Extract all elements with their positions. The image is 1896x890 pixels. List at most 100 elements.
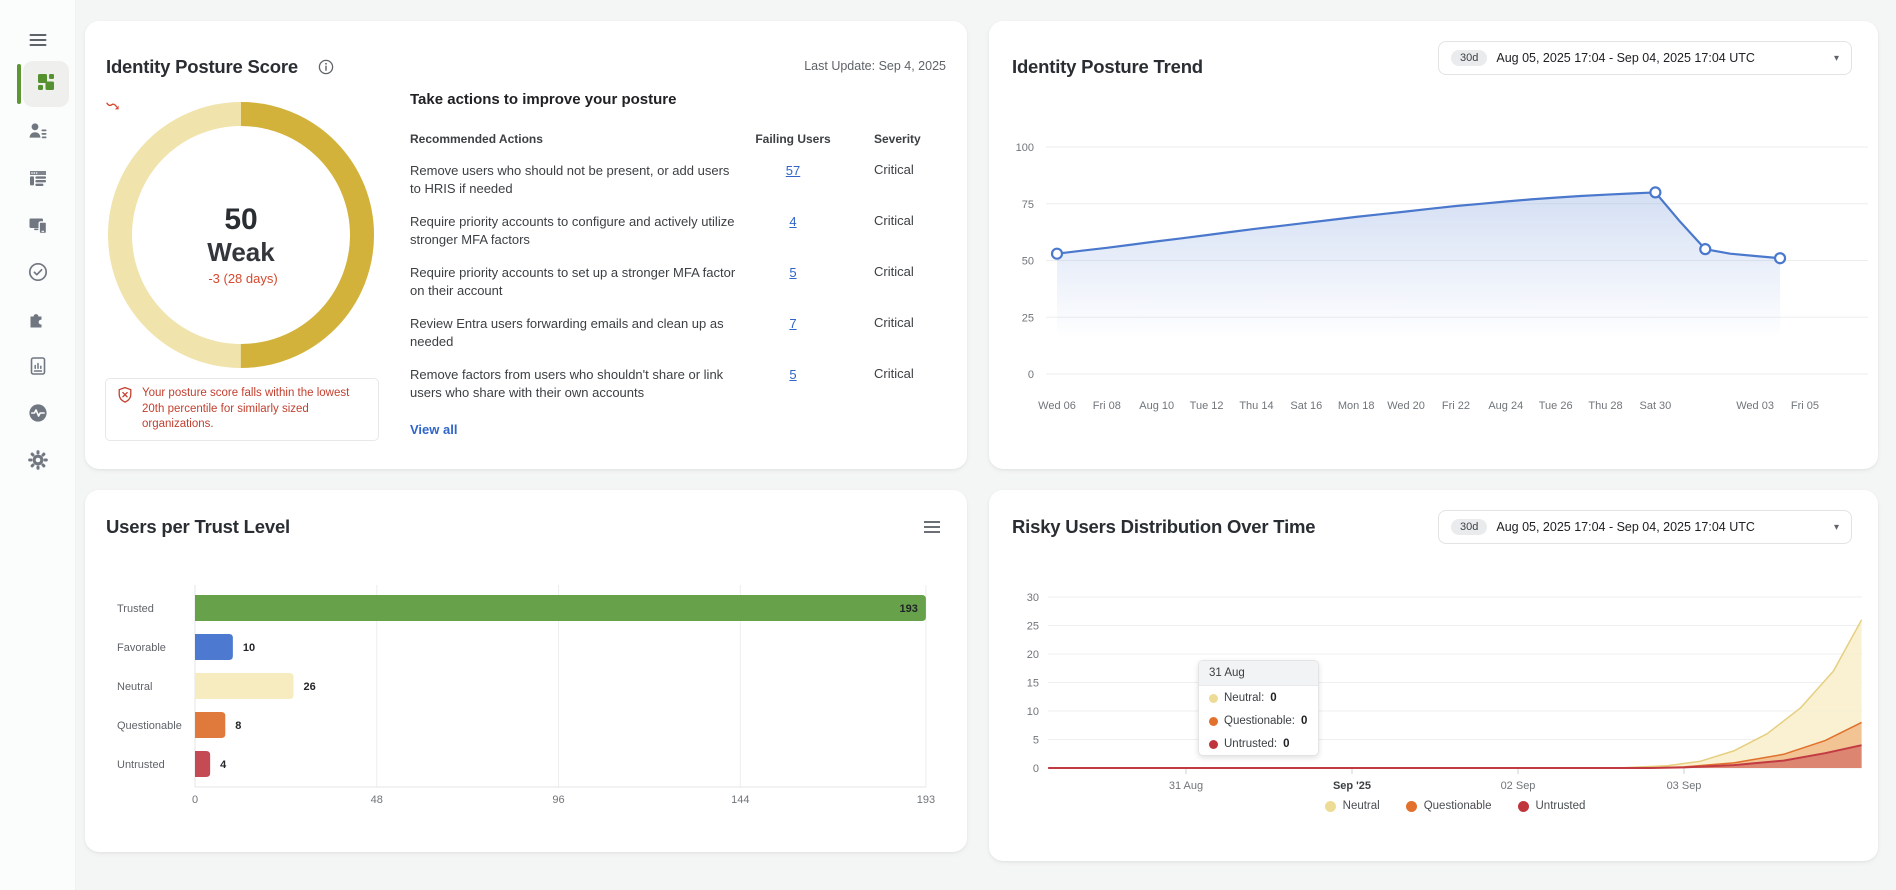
- svg-text:Tue 12: Tue 12: [1190, 400, 1224, 412]
- svg-text:Tue 26: Tue 26: [1539, 400, 1573, 412]
- svg-text:Aug 24: Aug 24: [1488, 400, 1523, 412]
- tooltip-value: 0: [1283, 738, 1290, 750]
- legend-label: Untrusted: [1535, 800, 1586, 812]
- tooltip-label: Questionable:: [1224, 715, 1295, 727]
- tooltip-date: 31 Aug: [1199, 661, 1318, 686]
- posture-score-donut: 50 Weak -3 (28 days): [106, 100, 376, 370]
- sidebar: [0, 0, 76, 890]
- sidebar-item-users[interactable]: [0, 109, 76, 153]
- untrusted-dot: [1209, 739, 1218, 749]
- chart-legend: Neutral Questionable Untrusted: [1048, 800, 1862, 812]
- report-icon: [27, 355, 49, 377]
- svg-text:Fri 05: Fri 05: [1791, 400, 1819, 412]
- svg-text:Wed 03: Wed 03: [1736, 400, 1774, 412]
- action-row: Remove factors from users who shouldn't …: [410, 366, 950, 402]
- view-all-link[interactable]: View all: [410, 422, 457, 437]
- tooltip-row: Untrusted: 0: [1199, 732, 1318, 755]
- untrusted-dot: [1517, 800, 1529, 812]
- svg-text:20: 20: [1027, 649, 1039, 661]
- svg-text:50: 50: [1022, 256, 1034, 268]
- action-row: Require priority accounts to configure a…: [410, 213, 950, 249]
- app-window-icon: [27, 167, 49, 189]
- svg-text:Fri 22: Fri 22: [1442, 400, 1470, 412]
- severity-label: Critical: [874, 162, 914, 177]
- failing-users-link[interactable]: 4: [789, 214, 796, 229]
- neutral-dot: [1324, 800, 1336, 812]
- gear-icon: [27, 449, 49, 471]
- recommended-actions: Take actions to improve your posture Rec…: [410, 91, 950, 439]
- sidebar-item-devices[interactable]: [0, 203, 76, 247]
- action-text: Review Entra users forwarding emails and…: [410, 316, 724, 349]
- posture-score-title: Identity Posture Score: [106, 56, 298, 77]
- sidebar-item-integrations[interactable]: [0, 297, 76, 341]
- failing-users-link[interactable]: 57: [786, 163, 800, 178]
- tooltip-label: Neutral:: [1224, 692, 1265, 704]
- posture-trend-card: Identity Posture Trend 30d Aug 05, 2025 …: [989, 21, 1878, 469]
- svg-text:10: 10: [243, 642, 255, 654]
- sidebar-item-checks[interactable]: [0, 250, 76, 294]
- neutral-dot: [1209, 693, 1218, 703]
- sidebar-item-applications[interactable]: [0, 156, 76, 200]
- svg-text:Sat 16: Sat 16: [1290, 400, 1322, 412]
- failing-users-link[interactable]: 5: [789, 367, 796, 382]
- severity-label: Critical: [874, 315, 914, 330]
- score-rating: Weak: [207, 237, 275, 267]
- svg-text:Untrusted: Untrusted: [117, 759, 165, 771]
- active-nav-indicator: [17, 64, 21, 104]
- score-delta: -3 (28 days): [106, 102, 278, 288]
- users-icon: [27, 120, 49, 142]
- svg-text:48: 48: [371, 794, 383, 806]
- tooltip-row: Neutral: 0: [1199, 686, 1318, 709]
- svg-text:144: 144: [731, 794, 749, 806]
- legend-label: Questionable: [1423, 800, 1492, 812]
- severity-label: Critical: [874, 213, 914, 228]
- trust-level-chart: 0 48 96 144 193Trusted 193Favorable 10Neutral 2…: [117, 585, 935, 806]
- sidebar-item-activity[interactable]: [0, 391, 76, 435]
- score-delta-text: -3 (28 days): [208, 271, 278, 286]
- chart-tooltip: 31 Aug Neutral: 0 Questionable: 0 Untrus…: [1198, 660, 1319, 756]
- svg-text:25: 25: [1027, 621, 1039, 633]
- svg-text:0: 0: [192, 794, 198, 806]
- svg-text:Sep '25: Sep '25: [1333, 780, 1371, 792]
- action-row: Require priority accounts to set up a st…: [410, 264, 950, 300]
- questionable-dot: [1209, 716, 1218, 726]
- sidebar-item-dashboard[interactable]: [23, 61, 69, 107]
- actions-table-header: Recommended Actions Failing Users Severi…: [410, 132, 950, 146]
- percentile-warning: Your posture score falls within the lowe…: [105, 378, 379, 441]
- last-update-label: Last Update: Sep 4, 2025: [804, 59, 946, 73]
- info-icon[interactable]: [318, 59, 334, 80]
- svg-text:193: 193: [917, 794, 935, 806]
- sidebar-item-reports[interactable]: [0, 344, 76, 388]
- action-text: Require priority accounts to configure a…: [410, 214, 735, 247]
- legend-item: Untrusted: [1517, 800, 1586, 812]
- severity-label: Critical: [874, 366, 914, 381]
- check-circle-icon: [27, 261, 49, 283]
- svg-text:4: 4: [220, 759, 227, 771]
- identity-dashboard: Identity Posture Score Last Update: Sep …: [0, 0, 1896, 890]
- svg-text:15: 15: [1027, 678, 1039, 690]
- svg-text:Mon 18: Mon 18: [1338, 400, 1375, 412]
- svg-text:25: 25: [1022, 312, 1034, 324]
- sidebar-item-settings[interactable]: [0, 438, 76, 482]
- svg-text:5: 5: [1033, 735, 1039, 747]
- shield-x-icon: [116, 386, 134, 409]
- svg-text:0: 0: [1033, 763, 1039, 775]
- tooltip-value: 0: [1270, 692, 1277, 704]
- svg-text:Questionable: Questionable: [117, 720, 182, 732]
- svg-text:Fri 08: Fri 08: [1093, 400, 1121, 412]
- donut-center: 50 Weak -3 (28 days): [106, 100, 376, 370]
- action-row: Remove users who should not be present, …: [410, 162, 950, 198]
- actions-heading: Take actions to improve your posture: [410, 91, 677, 108]
- percentile-warning-text: Your posture score falls within the lowe…: [142, 387, 350, 431]
- svg-text:02 Sep: 02 Sep: [1501, 780, 1536, 792]
- failing-users-link[interactable]: 7: [789, 316, 796, 331]
- posture-score-card: Identity Posture Score Last Update: Sep …: [85, 21, 967, 469]
- menu-button[interactable]: [0, 18, 76, 62]
- action-text: Require priority accounts to set up a st…: [410, 265, 736, 298]
- action-row: Review Entra users forwarding emails and…: [410, 315, 950, 351]
- svg-text:26: 26: [303, 681, 315, 693]
- failing-users-link[interactable]: 5: [789, 265, 796, 280]
- posture-trend-chart: 0 25 50 75 100 Wed 06 Fri 08 Aug 10 Tue 12 Thu 14…: [1016, 142, 1868, 412]
- trust-level-card: Users per Trust Level 0 48 96 144 193 Trusted…: [85, 490, 967, 852]
- svg-text:Trusted: Trusted: [117, 603, 154, 615]
